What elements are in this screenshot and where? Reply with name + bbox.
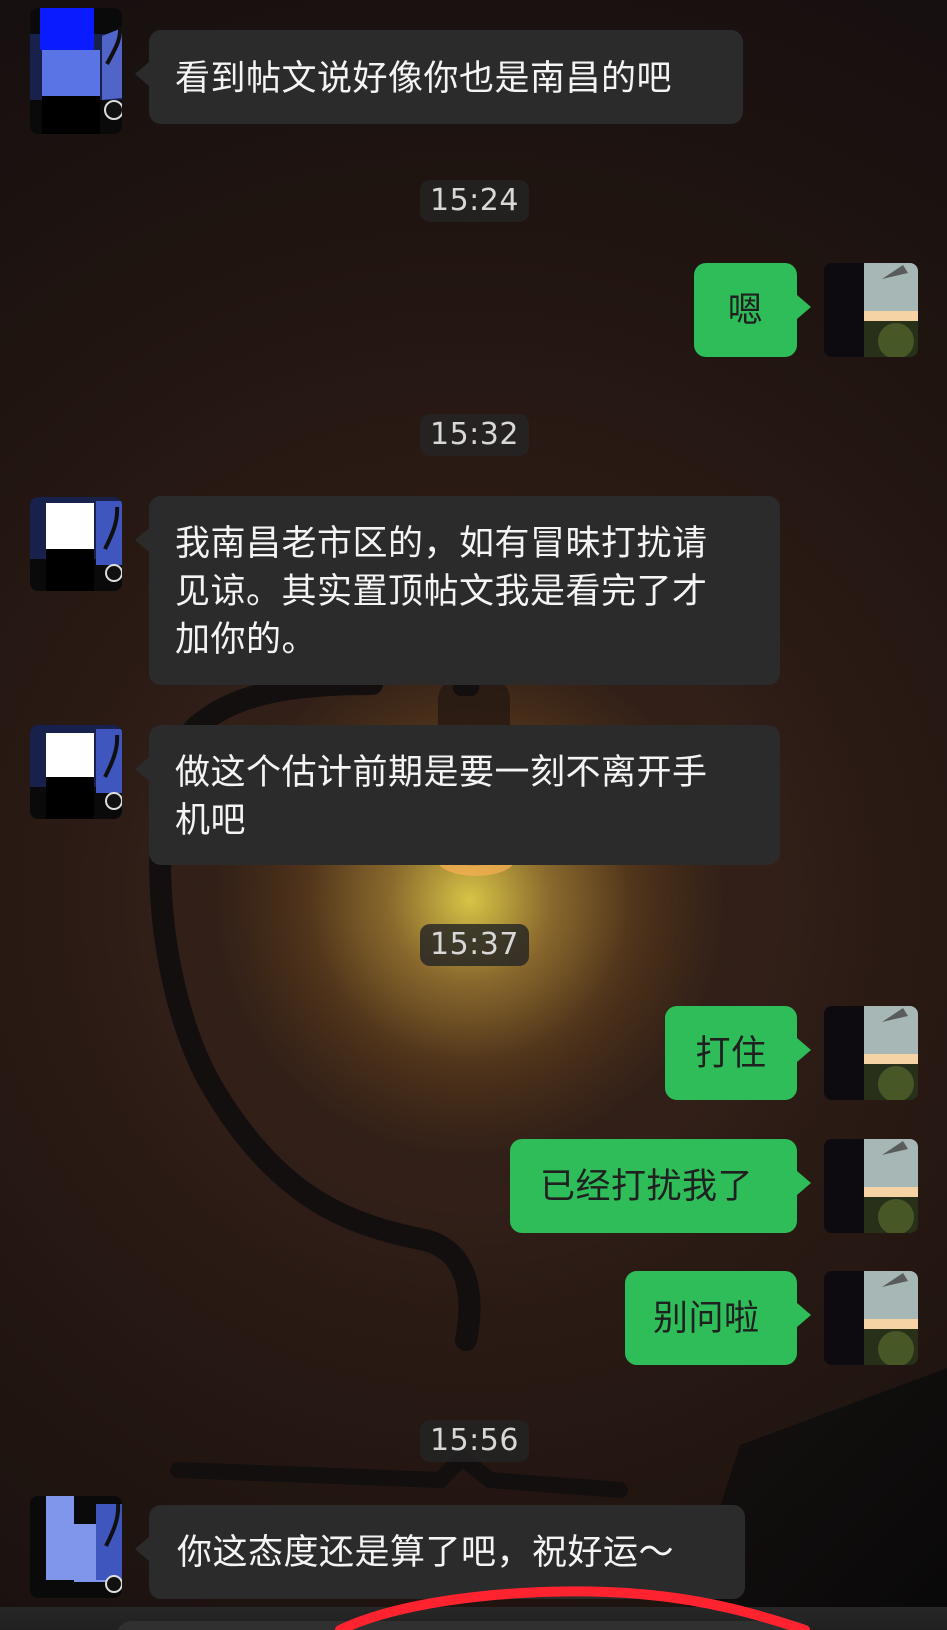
avatar-left-3[interactable] [30,725,122,819]
message-bubble-1[interactable]: 看到帖文说好像你也是南昌的吧 [135,30,743,124]
message-bubble-6[interactable]: 已经打扰我了 [510,1139,811,1233]
message-line-4-2: 机吧 [175,801,247,841]
timestamp-1: 15:24 [420,180,529,222]
message-bubble-4[interactable]: 做这个估计前期是要一刻不离开手 机吧 [135,725,780,865]
timestamp-2: 15:32 [420,414,529,456]
timestamp-3: 15:37 [420,924,529,966]
message-text-2: 嗯 [727,291,764,331]
message-bubble-3[interactable]: 我南昌老市区的，如有冒昧打扰请 见谅。其实置顶帖文我是看完了才 加你的。 [135,496,780,685]
message-bubble-8[interactable]: 你这态度还是算了吧，祝好运～ [135,1505,745,1599]
avatar-left-2[interactable] [30,497,122,591]
message-text-5: 打住 [695,1034,767,1074]
message-line-4-1: 做这个估计前期是要一刻不离开手 [175,753,708,793]
avatar-right-4[interactable] [824,1271,918,1365]
message-bubble-7[interactable]: 别问啦 [625,1271,811,1365]
message-line-3-3: 加你的。 [175,620,318,660]
avatar-right-2[interactable] [824,1006,918,1100]
message-line-3-1: 我南昌老市区的，如有冒昧打扰请 [175,524,708,564]
avatar-right-1[interactable] [824,263,918,357]
avatar-left-4[interactable] [30,1496,122,1598]
message-text-8: 你这态度还是算了吧，祝好运～ [177,1533,675,1573]
message-bubble-2[interactable]: 嗯 [694,263,811,357]
avatar-right-3[interactable] [824,1139,918,1233]
message-input-field[interactable] [116,1621,810,1630]
message-text-6: 已经打扰我了 [540,1167,754,1207]
message-text-7: 别问啦 [653,1299,760,1339]
message-bubble-5[interactable]: 打住 [665,1006,811,1100]
avatar-left-1[interactable] [30,8,122,134]
message-text-1: 看到帖文说好像你也是南昌的吧 [175,59,673,99]
timestamp-4: 15:56 [420,1420,529,1462]
chat-screen: 看到帖文说好像你也是南昌的吧 15:24 嗯 15:32 我南昌老市区的，如有冒 [0,0,947,1630]
message-line-3-2: 见谅。其实置顶帖文我是看完了才 [175,572,708,612]
